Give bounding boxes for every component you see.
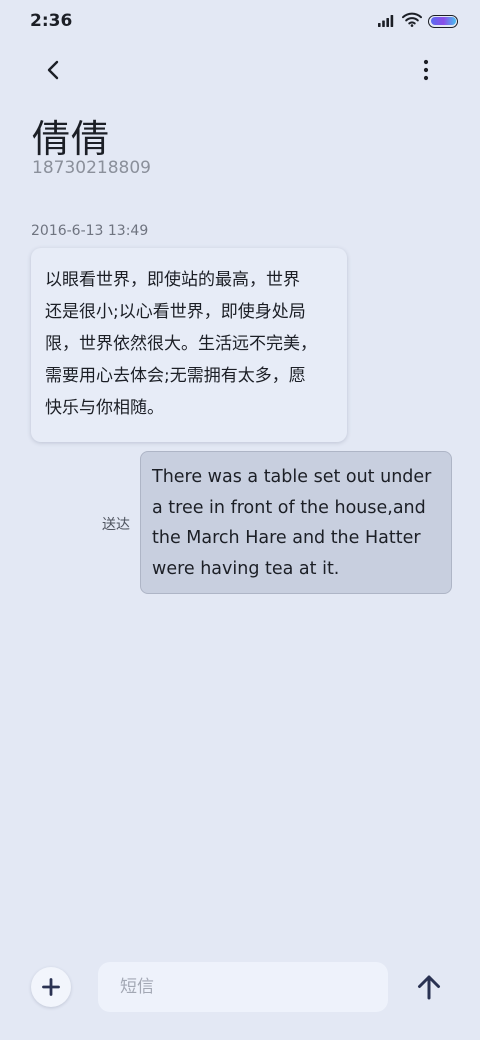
contact-name: 倩倩 bbox=[32, 117, 111, 161]
delivery-status: 送达 bbox=[102, 517, 130, 533]
back-button[interactable] bbox=[36, 52, 72, 88]
battery-icon bbox=[428, 14, 458, 28]
wifi-icon bbox=[402, 12, 422, 31]
message-timestamp: 2016-6-13 13:49 bbox=[31, 223, 149, 239]
status-icons bbox=[378, 12, 458, 30]
signal-icon bbox=[378, 12, 396, 31]
arrow-up-icon bbox=[418, 975, 440, 1000]
plus-icon bbox=[42, 978, 60, 996]
chevron-left-icon bbox=[47, 60, 59, 80]
message-input[interactable] bbox=[118, 976, 368, 998]
incoming-message-bubble[interactable]: 以眼看世界，即使站的最高，世界 还是很小;以心看世界，即使身处局 限，世界依然很… bbox=[31, 248, 347, 442]
more-vertical-icon bbox=[423, 59, 429, 81]
more-options-button[interactable] bbox=[408, 52, 444, 88]
add-attachment-button[interactable] bbox=[31, 967, 71, 1007]
status-time: 2:36 bbox=[30, 11, 73, 31]
contact-number: 18730218809 bbox=[32, 158, 151, 178]
battery-level bbox=[430, 17, 456, 25]
send-button[interactable] bbox=[410, 968, 448, 1006]
outgoing-message-bubble[interactable]: There was a table set out under a tree i… bbox=[140, 451, 452, 594]
messaging-screen: 2:36 倩倩 18730218809 2016-6-13 13:49 以眼看世… bbox=[0, 0, 480, 1040]
status-bar: 2:36 bbox=[0, 0, 480, 42]
message-input-container[interactable] bbox=[98, 962, 388, 1012]
